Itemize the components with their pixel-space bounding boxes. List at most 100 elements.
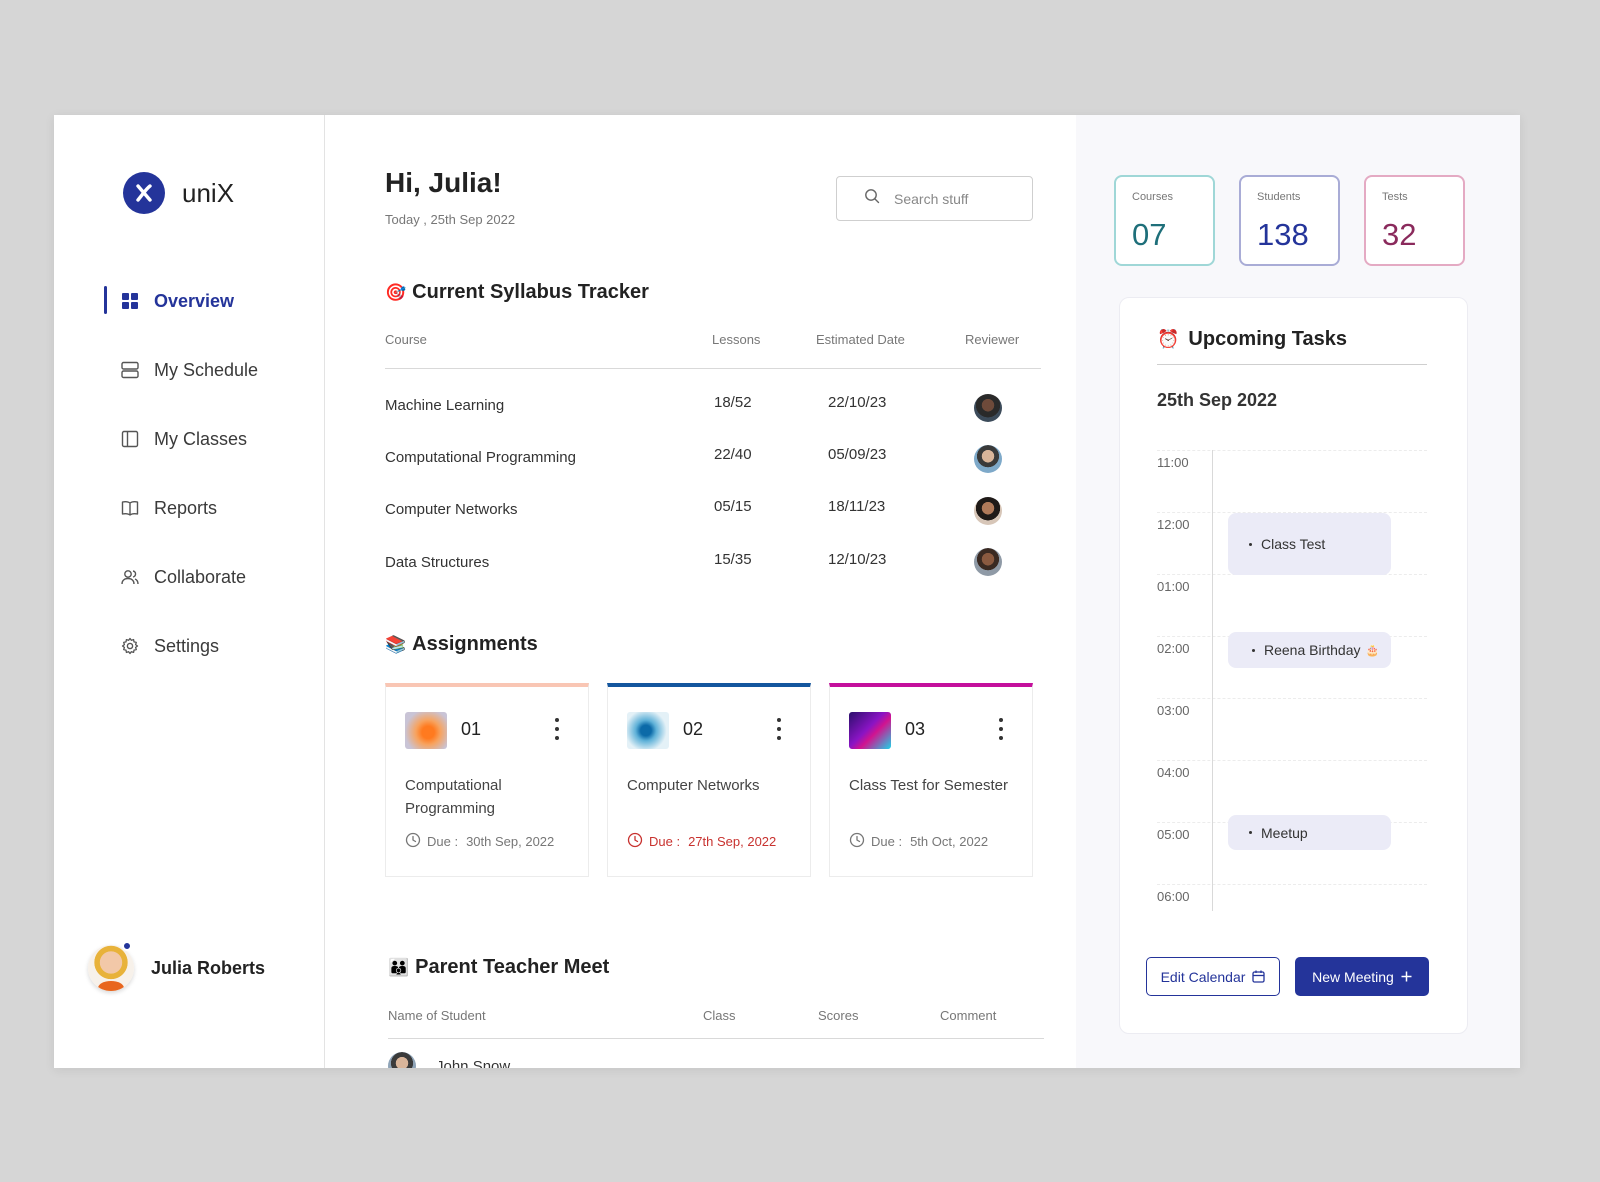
bullet-dot <box>1252 648 1255 652</box>
app-window: uniX Overview My Schedule My Classes Rep… <box>54 115 1520 1068</box>
stat-card-tests[interactable]: Tests 32 <box>1364 175 1465 266</box>
section-heading: Upcoming Tasks <box>1188 328 1347 350</box>
user-profile[interactable]: Julia Roberts <box>88 941 266 991</box>
sidebar-item-label: Settings <box>154 635 220 656</box>
event-class-test[interactable]: Class Test <box>1228 513 1391 575</box>
sidebar-item-my-classes[interactable]: My Classes <box>54 423 324 455</box>
hour-gridline <box>1157 698 1427 699</box>
col-header-class: Class <box>703 1008 736 1023</box>
event-label: Class Test <box>1261 536 1326 552</box>
col-header-student: Name of Student <box>388 1008 486 1023</box>
classes-icon <box>121 430 139 448</box>
col-header-date: Estimated Date <box>816 332 905 347</box>
reviewer-avatar[interactable] <box>974 394 1002 422</box>
upcoming-tasks-panel: ⏰ Upcoming Tasks 25th Sep 2022 11:00 12:… <box>1119 297 1468 1034</box>
assignment-title: Computational Programming <box>405 777 502 817</box>
plus-icon <box>1401 971 1412 982</box>
assignment-number: 02 <box>683 719 704 739</box>
online-status-dot <box>122 941 132 951</box>
event-meetup[interactable]: Meetup <box>1228 815 1391 850</box>
reviewer-avatar[interactable] <box>974 497 1002 525</box>
sidebar-item-reports[interactable]: Reports <box>54 492 324 524</box>
due-label: Due : <box>649 834 681 849</box>
due-date: Due : 30th Sep, 2022 <box>405 832 554 851</box>
bullet-dot <box>1249 542 1252 546</box>
sidebar-item-overview[interactable]: Overview <box>54 285 324 317</box>
grid-icon <box>121 292 139 310</box>
syllabus-section-title: 🎯 Current Syllabus Tracker <box>385 281 649 304</box>
lessons-count: 05/15 <box>714 498 752 515</box>
stat-label: Tests <box>1382 191 1408 203</box>
sidebar-item-settings[interactable]: Settings <box>54 630 324 662</box>
time-label: 11:00 <box>1157 455 1189 470</box>
time-label: 03:00 <box>1157 703 1190 718</box>
lessons-count: 18/52 <box>714 394 752 411</box>
more-options-icon[interactable] <box>554 718 560 740</box>
sidebar-item-collaborate[interactable]: Collaborate <box>54 561 324 593</box>
student-name: John Snow <box>436 1058 511 1068</box>
assignments-section-title: 📚 Assignments <box>385 633 538 656</box>
bullet-dot <box>1249 831 1252 834</box>
stat-label: Students <box>1257 191 1301 203</box>
new-meeting-button[interactable]: New Meeting <box>1295 957 1429 996</box>
assignment-card[interactable]: 03 Class Test for Semester Due : 5th Oct… <box>829 683 1033 877</box>
due-value: 30th Sep, 2022 <box>466 834 555 849</box>
app-name: uniX <box>182 177 235 208</box>
sidebar-nav: Overview My Schedule My Classes Reports <box>54 285 324 699</box>
col-header-course: Course <box>385 332 427 347</box>
due-date: Due : 5th Oct, 2022 <box>849 832 988 851</box>
due-value: 27th Sep, 2022 <box>688 834 777 849</box>
reviewer-avatar[interactable] <box>974 445 1002 473</box>
button-label: Edit Calendar <box>1160 968 1246 985</box>
edit-calendar-button[interactable]: Edit Calendar <box>1146 957 1280 996</box>
assignment-thumbnail <box>849 712 891 749</box>
clock-icon <box>405 832 421 851</box>
page-title: Hi, Julia! <box>385 167 502 198</box>
assignment-card[interactable]: 02 Computer Networks Due : 27th Sep, 202… <box>607 683 811 877</box>
assignment-title: Class Test for Semester <box>849 777 1008 794</box>
stat-card-courses[interactable]: Courses 07 <box>1114 175 1215 266</box>
sidebar-item-label: My Classes <box>154 428 248 449</box>
today-date: Today , 25th Sep 2022 <box>385 212 516 227</box>
divider <box>385 368 1041 369</box>
more-options-icon[interactable] <box>776 718 782 740</box>
course-name: Computational Programming <box>385 449 576 466</box>
alarm-clock-icon: ⏰ <box>1157 329 1180 349</box>
estimated-date: 18/11/23 <box>828 498 886 515</box>
section-heading: Current Syllabus Tracker <box>412 281 649 303</box>
books-icon: 📚 <box>385 634 407 654</box>
search-input[interactable]: Search stuff <box>836 176 1033 221</box>
lessons-count: 22/40 <box>714 446 752 463</box>
users-icon <box>121 568 139 586</box>
calendar-icon <box>1252 970 1266 983</box>
stat-value: 07 <box>1132 217 1167 252</box>
target-icon: 🎯 <box>385 282 407 302</box>
more-options-icon[interactable] <box>998 718 1004 740</box>
assignment-card[interactable]: 01 Computational Programming Due : 30th … <box>385 683 589 877</box>
stat-label: Courses <box>1132 191 1173 203</box>
tasks-date: 25th Sep 2022 <box>1157 390 1278 410</box>
estimated-date: 05/09/23 <box>828 446 887 463</box>
section-heading: Assignments <box>412 633 538 655</box>
assignment-number: 01 <box>461 719 482 739</box>
unix-logo-icon <box>123 172 165 214</box>
stat-card-students[interactable]: Students 138 <box>1239 175 1340 266</box>
sidebar-item-label: My Schedule <box>154 359 259 380</box>
estimated-date: 12/10/23 <box>828 551 887 568</box>
time-label: 12:00 <box>1157 517 1190 532</box>
reviewer-avatar[interactable] <box>974 548 1002 576</box>
app-logo[interactable]: uniX <box>123 172 234 214</box>
event-reena-birthday[interactable]: Reena Birthday 🎂 <box>1228 632 1391 668</box>
col-header-scores: Scores <box>818 1008 859 1023</box>
user-name: Julia Roberts <box>151 957 266 978</box>
time-label: 04:00 <box>1157 765 1190 780</box>
course-name: Data Structures <box>385 554 490 571</box>
cake-icon: 🎂 <box>1365 644 1380 657</box>
col-header-comment: Comment <box>940 1008 997 1023</box>
time-label: 06:00 <box>1157 889 1190 904</box>
tasks-title: ⏰ Upcoming Tasks <box>1157 328 1347 351</box>
stat-value: 138 <box>1257 217 1309 252</box>
col-header-lessons: Lessons <box>712 332 761 347</box>
search-placeholder: Search stuff <box>894 190 969 207</box>
sidebar-item-my-schedule[interactable]: My Schedule <box>54 354 324 386</box>
